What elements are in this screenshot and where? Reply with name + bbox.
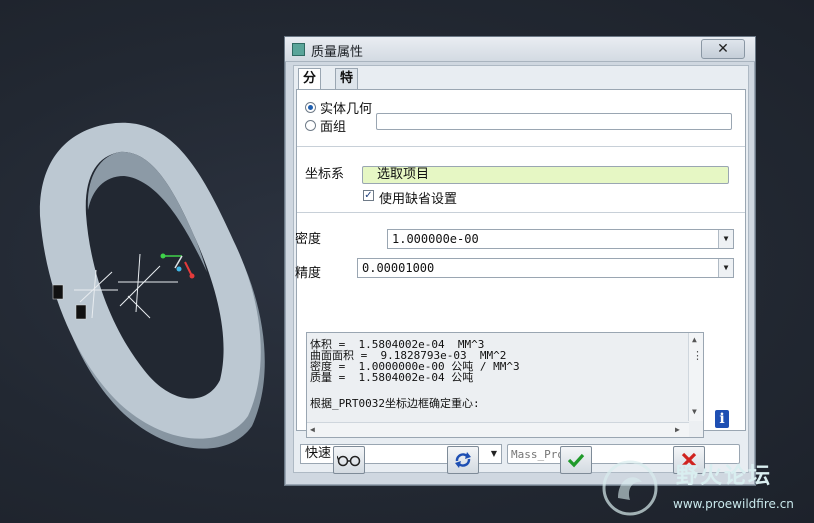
radio-solid-geometry[interactable]: 实体几何	[305, 98, 372, 117]
csys-collector[interactable]: 选取项目	[362, 166, 729, 184]
scroll-down-icon[interactable]: ▼	[692, 407, 697, 416]
ok-button[interactable]	[560, 446, 592, 474]
scroll-left-icon[interactable]: ◀	[310, 425, 315, 434]
mass-properties-dialog: 质量属性 ✕ 分析 特征 实体几何 面组 坐标系 选取项目 ✓ 使用缺省设置 密…	[284, 36, 756, 486]
vertical-scrollbar[interactable]: ▲ ⋮ ▼	[688, 333, 703, 421]
accuracy-label: 精度	[295, 266, 322, 281]
scroll-right-icon[interactable]: ▶	[675, 425, 680, 434]
repeat-button[interactable]	[447, 446, 479, 474]
scroll-thumb-icon[interactable]: ⋮	[692, 349, 703, 362]
dialog-titlebar[interactable]: 质量属性 ✕	[285, 37, 755, 62]
csys-label: 坐标系	[305, 167, 345, 182]
divider	[297, 146, 745, 147]
tab-feature[interactable]: 特征	[335, 68, 359, 106]
chevron-down-icon[interactable]: ▼	[487, 445, 501, 463]
info-icon[interactable]: i	[715, 410, 729, 428]
result-line-mass: 质量 = 1.5804002e-04 公吨	[310, 371, 474, 384]
use-default-label: 使用缺省设置	[379, 192, 458, 207]
radio-solid-label: 实体几何	[320, 102, 373, 117]
radio-quilt[interactable]: 面组	[305, 116, 346, 135]
checkmark-icon	[567, 453, 585, 468]
density-field[interactable]: 1.000000e-00 ▼	[387, 229, 734, 249]
chevron-down-icon[interactable]: ▼	[718, 259, 733, 277]
preview-button[interactable]	[333, 446, 365, 474]
accuracy-value: 0.00001000	[362, 261, 435, 275]
result-line-center-of-gravity: 根据_PRT0032坐标边框确定重心:	[310, 397, 480, 410]
dialog-title: 质量属性	[311, 45, 364, 60]
density-label: 密度	[295, 232, 322, 247]
chevron-down-icon[interactable]: ▼	[718, 230, 733, 248]
use-default-checkbox[interactable]: ✓	[363, 190, 374, 201]
scroll-up-icon[interactable]: ▲	[692, 335, 697, 344]
glasses-icon	[336, 455, 361, 467]
density-value: 1.000000e-00	[392, 232, 479, 246]
repeat-icon	[455, 452, 471, 468]
results-text-area[interactable]: 体积 = 1.5804002e-04 MM^3 曲面面积 = 9.1828793…	[306, 332, 704, 438]
close-button[interactable]: ✕	[701, 39, 745, 59]
tab-analysis[interactable]: 分析	[298, 68, 322, 106]
radio-button[interactable]	[305, 120, 316, 131]
watermark-url: www.proewildfire.cn	[673, 497, 794, 511]
radio-button-checked[interactable]	[305, 102, 316, 113]
calc-mode-value: 快速	[305, 446, 332, 461]
radio-quilt-label: 面组	[320, 120, 347, 135]
divider	[297, 212, 745, 213]
dialog-content: 分析 特征 实体几何 面组 坐标系 选取项目 ✓ 使用缺省设置 密度 1.000…	[293, 65, 749, 473]
dialog-app-icon	[292, 43, 305, 56]
accuracy-field[interactable]: 0.00001000 ▼	[357, 258, 734, 278]
horizontal-scrollbar[interactable]: ◀ ▶	[307, 422, 689, 437]
quilt-selection-field[interactable]	[376, 113, 732, 130]
watermark-title: 野火论坛	[676, 464, 773, 489]
